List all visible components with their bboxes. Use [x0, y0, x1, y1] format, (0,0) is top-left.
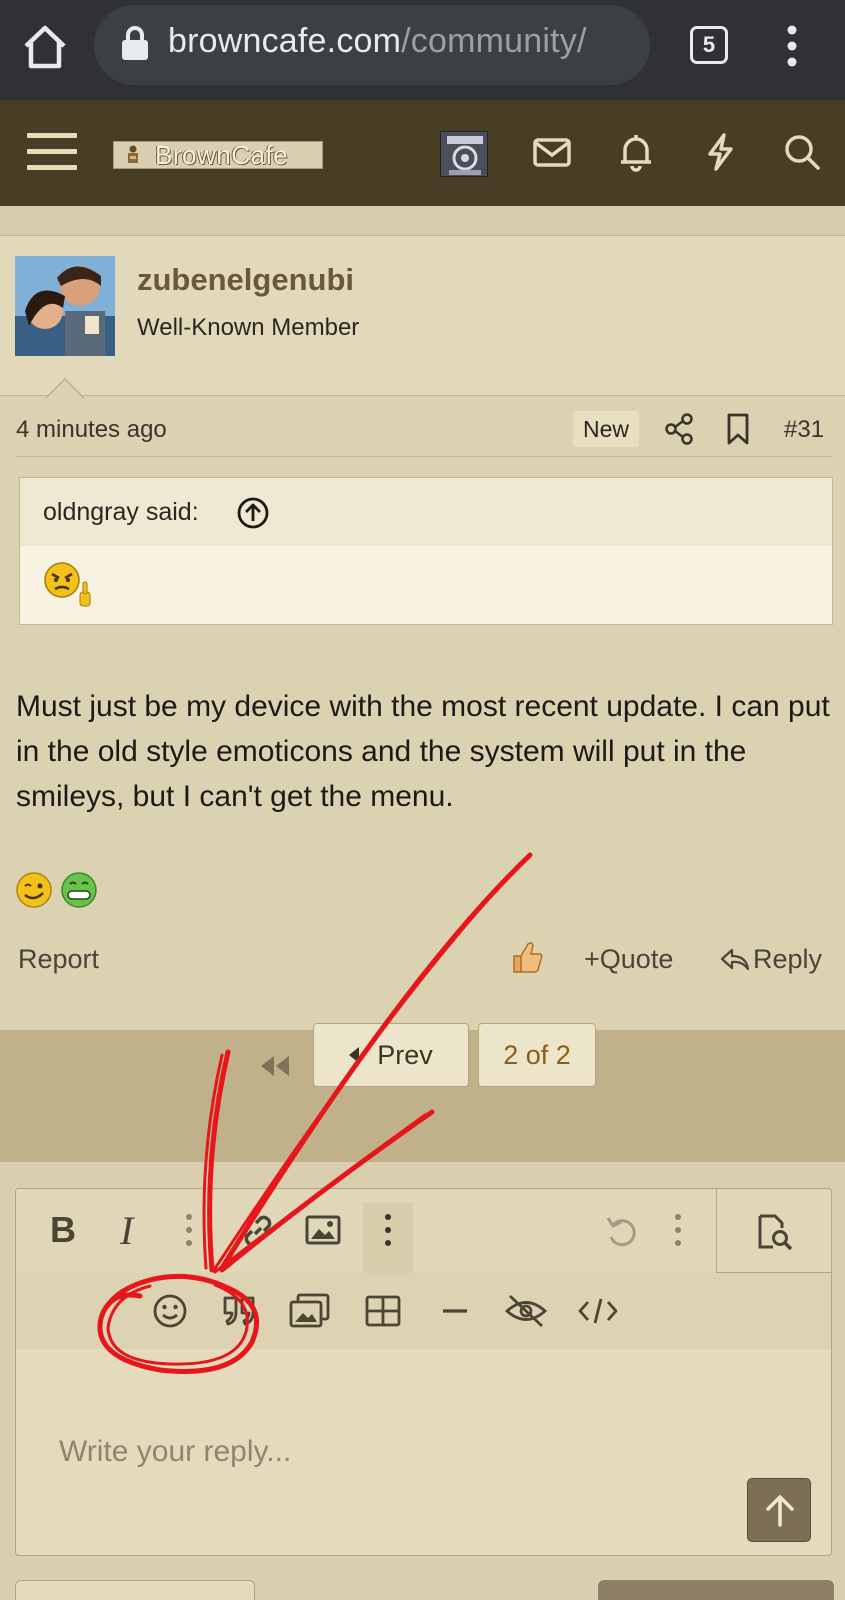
browser-toolbar: browncafe.com/community/ 5 [0, 0, 845, 100]
author-caret [46, 378, 84, 398]
post-number[interactable]: #31 [784, 416, 824, 444]
post-timestamp[interactable]: 4 minutes ago [16, 416, 167, 444]
insert-image-icon[interactable] [304, 1213, 342, 1247]
hamburger-menu-icon[interactable] [27, 131, 77, 173]
post-meta: 4 minutes ago New #31 [0, 404, 845, 460]
spoiler-hidden-icon[interactable] [504, 1292, 548, 1330]
plus-icon: + [584, 944, 600, 974]
post-31: zubenelgenubi Well-Known Member 4 minute… [0, 236, 845, 1030]
site-logo[interactable]: BrownCafe [113, 140, 323, 170]
account-avatar[interactable] [440, 131, 488, 177]
report-link[interactable]: Report [18, 944, 99, 975]
pagination-bar: Prev 2 of 2 [0, 1023, 845, 1162]
post-reply-button[interactable] [598, 1580, 834, 1600]
logo-text: BrownCafe [155, 140, 289, 170]
more-history-options-icon[interactable] [673, 1213, 683, 1247]
insert-quote-icon[interactable] [221, 1292, 259, 1330]
preview-toggle[interactable] [716, 1189, 831, 1273]
whats-new-bolt-icon[interactable] [700, 132, 740, 172]
more-text-options-icon[interactable] [184, 1213, 194, 1247]
angry-middle-finger-smiley-icon [44, 562, 91, 607]
thumbs-up-like-icon[interactable] [508, 938, 544, 976]
reply-label: Reply [753, 944, 823, 974]
reply-textbox[interactable] [16, 1349, 831, 1555]
attach-files-button[interactable] [15, 1580, 255, 1600]
post-author-row: zubenelgenubi Well-Known Member [0, 236, 845, 398]
prev-page-button[interactable]: Prev [313, 1023, 469, 1087]
reply-link[interactable]: Reply [720, 944, 822, 975]
insert-link-icon[interactable] [238, 1211, 278, 1251]
italic-button[interactable]: I [120, 1207, 133, 1254]
user-avatar[interactable] [15, 256, 115, 356]
avatar-photo [15, 256, 115, 356]
url-text[interactable]: browncafe.com/community/ [168, 22, 636, 61]
url-domain: browncafe.com [168, 22, 402, 60]
wink-grin-smileys-icon [16, 872, 97, 908]
post-username[interactable]: zubenelgenubi [137, 262, 354, 298]
union-emblem-icon [447, 136, 483, 175]
reply-arrow-icon [720, 948, 750, 971]
editor-toolbar-secondary [16, 1273, 831, 1349]
reply-editor: B I [15, 1188, 832, 1556]
bookmark-icon[interactable] [724, 412, 752, 446]
meta-divider [16, 456, 833, 457]
insert-table-icon[interactable] [364, 1292, 402, 1330]
user-title: Well-Known Member [137, 314, 360, 341]
insert-media-gallery-icon[interactable] [288, 1292, 332, 1330]
insert-code-icon[interactable] [576, 1292, 620, 1330]
page-strip [0, 206, 845, 236]
prev-triangle-icon [349, 1047, 360, 1063]
undo-icon[interactable] [604, 1213, 640, 1249]
browser-menu-icon[interactable] [780, 24, 804, 68]
post-message: Must just be my device with the most rec… [16, 690, 830, 813]
mascot-icon [128, 145, 138, 163]
lock-icon [122, 26, 148, 60]
prev-label: Prev [377, 1040, 433, 1070]
quote-link[interactable]: +Quote [584, 944, 673, 975]
arrow-up-circle-icon[interactable] [236, 496, 270, 530]
preview-document-icon [758, 1214, 793, 1251]
quote-author[interactable]: oldngray said: [43, 498, 199, 527]
more-insert-options-icon[interactable] [383, 1213, 393, 1247]
share-icon[interactable] [664, 412, 694, 446]
home-icon[interactable] [22, 24, 68, 70]
search-icon[interactable] [782, 132, 822, 172]
url-path: /community/ [401, 22, 587, 60]
new-badge: New [573, 411, 639, 447]
smilies-icon[interactable] [151, 1292, 189, 1330]
inbox-envelope-icon[interactable] [532, 132, 572, 172]
page-selector-button[interactable]: 2 of 2 [478, 1023, 596, 1087]
arrow-up-icon [766, 1495, 794, 1527]
horizontal-line-icon[interactable] [440, 1292, 470, 1330]
bold-button[interactable]: B [50, 1209, 76, 1251]
tab-switcher-button[interactable]: 5 [690, 26, 728, 64]
quote-block: oldngray said: [19, 477, 833, 625]
first-page-icon[interactable] [257, 1048, 293, 1084]
quote-header: oldngray said: [20, 478, 832, 546]
alerts-bell-icon[interactable] [616, 132, 656, 172]
editor-toolbar-primary: B I [16, 1189, 716, 1273]
quote-label: Quote [599, 944, 674, 974]
scroll-to-top-button[interactable] [747, 1478, 811, 1542]
